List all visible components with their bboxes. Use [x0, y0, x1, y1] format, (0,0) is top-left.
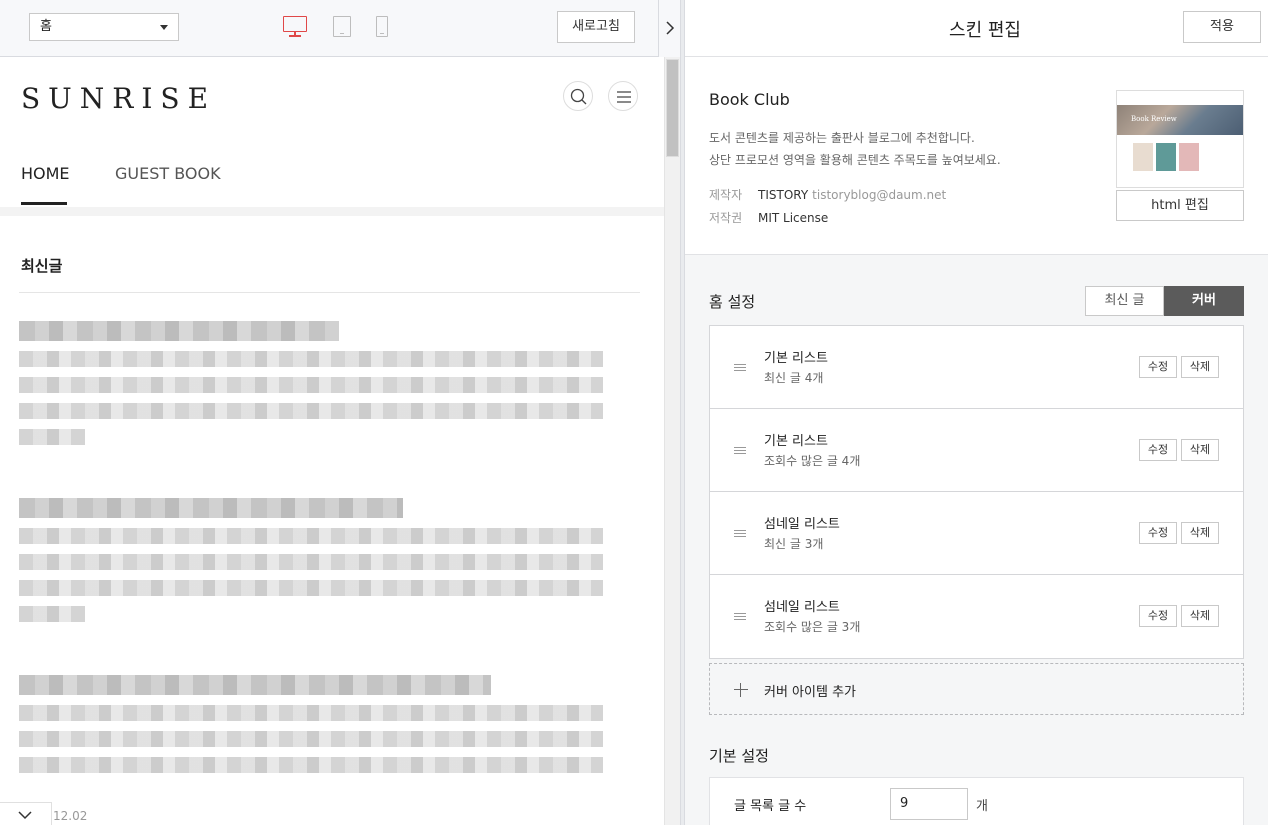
collapse-panel-button[interactable]	[658, 0, 680, 57]
post-date: 12.02	[53, 809, 88, 823]
skin-description-line: 상단 프로모션 영역을 활용해 콘텐츠 주목도를 높여보세요.	[709, 153, 1001, 167]
chevron-right-icon	[666, 21, 675, 35]
cover-item-subtitle: 조회수 많은 글 4개	[764, 454, 861, 468]
cover-item-title: 기본 리스트	[764, 434, 828, 449]
desktop-view-icon[interactable]	[283, 16, 307, 38]
author-row: 제작자 TISTORY tistoryblog@daum.net	[709, 186, 946, 203]
search-button[interactable]	[563, 81, 593, 111]
preview-scrollbar[interactable]	[664, 57, 680, 825]
nav-home[interactable]: HOME	[21, 164, 70, 183]
nav-guest-book[interactable]: GUEST BOOK	[115, 164, 221, 183]
page-select[interactable]: 홈	[29, 13, 179, 41]
edit-button[interactable]: 수정	[1139, 605, 1177, 627]
delete-button[interactable]: 삭제	[1181, 605, 1219, 627]
nav-active-indicator	[21, 202, 67, 205]
add-cover-item-label: 커버 아이템 추가	[764, 685, 856, 700]
scrollbar-thumb[interactable]	[666, 59, 679, 157]
skin-thumbnail: Book Review	[1116, 90, 1244, 188]
editor-pane: 스킨 편집 적용 Book Club 도서 콘텐츠를 제공하는 출판사 블로그에…	[685, 0, 1268, 825]
tablet-view-icon[interactable]	[333, 16, 351, 37]
chevron-down-icon	[160, 25, 168, 30]
basic-settings-box: 글 목록 글 수 9 개	[709, 777, 1244, 825]
thumbnail-hero-text: Book Review	[1131, 115, 1177, 123]
preview-pane: 홈 새로고침 SUNRISE HOME GUEST BOOK 최신글 12.02	[0, 0, 680, 825]
post-count-unit: 개	[976, 799, 988, 814]
license-value: MIT License	[758, 211, 829, 225]
author-name: TISTORY	[758, 188, 809, 202]
editor-title: 스킨 편집	[949, 20, 1021, 41]
cover-item[interactable]: 기본 리스트 조회수 많은 글 4개 수정 삭제	[710, 409, 1243, 492]
author-label: 제작자	[709, 188, 743, 202]
plus-icon	[734, 683, 748, 697]
cover-item-title: 섬네일 리스트	[764, 600, 840, 615]
skin-info-card: Book Club 도서 콘텐츠를 제공하는 출판사 블로그에 추천합니다. 상…	[685, 57, 1268, 255]
delete-button[interactable]: 삭제	[1181, 356, 1219, 378]
html-edit-button[interactable]: html 편집	[1116, 190, 1244, 221]
cover-item[interactable]: 섬네일 리스트 최신 글 3개 수정 삭제	[710, 492, 1243, 575]
edit-button[interactable]: 수정	[1139, 439, 1177, 461]
cover-item[interactable]: 기본 리스트 최신 글 4개 수정 삭제	[710, 326, 1243, 409]
mobile-view-icon[interactable]	[376, 16, 388, 37]
post-count-label: 글 목록 글 수	[734, 799, 807, 814]
editor-header: 스킨 편집 적용	[685, 0, 1268, 57]
delete-button[interactable]: 삭제	[1181, 439, 1219, 461]
hamburger-icon	[617, 91, 631, 103]
bottom-expand-button[interactable]	[0, 802, 52, 825]
preview-toolbar: 홈 새로고침	[0, 0, 680, 57]
page-select-value: 홈	[40, 19, 52, 34]
skin-name: Book Club	[709, 90, 790, 109]
edit-button[interactable]: 수정	[1139, 522, 1177, 544]
cover-item[interactable]: 섬네일 리스트 조회수 많은 글 3개 수정 삭제	[710, 575, 1243, 658]
drag-handle-icon[interactable]	[734, 447, 746, 455]
apply-button[interactable]: 적용	[1183, 11, 1261, 43]
menu-button[interactable]	[608, 81, 638, 111]
author-email: tistoryblog@daum.net	[812, 188, 947, 202]
thumbnail-card	[1179, 143, 1199, 171]
cover-item-list: 기본 리스트 최신 글 4개 수정 삭제 기본 리스트 조회수 많은 글 4개 …	[709, 325, 1244, 659]
chevron-down-icon	[18, 811, 32, 820]
cover-item-title: 기본 리스트	[764, 351, 828, 366]
cover-item-subtitle: 최신 글 3개	[764, 537, 824, 551]
license-label: 저작권	[709, 211, 743, 225]
tab-latest-posts[interactable]: 최신 글	[1085, 286, 1164, 316]
section-divider	[19, 292, 640, 293]
search-icon	[570, 88, 587, 105]
blog-preview: SUNRISE HOME GUEST BOOK 최신글	[0, 57, 664, 825]
license-row: 저작권 MIT License	[709, 209, 828, 226]
home-settings-label: 홈 설정	[709, 293, 756, 311]
edit-button[interactable]: 수정	[1139, 356, 1177, 378]
delete-button[interactable]: 삭제	[1181, 522, 1219, 544]
blurred-post[interactable]	[19, 321, 603, 455]
drag-handle-icon[interactable]	[734, 364, 746, 372]
blurred-post[interactable]	[19, 675, 603, 783]
cover-item-title: 섬네일 리스트	[764, 517, 840, 532]
post-count-input[interactable]: 9	[890, 788, 968, 820]
basic-settings-label: 기본 설정	[709, 747, 769, 765]
cover-item-subtitle: 조회수 많은 글 3개	[764, 620, 861, 634]
thumbnail-card	[1133, 143, 1153, 171]
blurred-post[interactable]	[19, 498, 603, 632]
tab-cover[interactable]: 커버	[1164, 286, 1244, 316]
blog-logo[interactable]: SUNRISE	[21, 82, 216, 115]
section-title: 최신글	[21, 257, 63, 275]
skin-editor-app: 홈 새로고침 SUNRISE HOME GUEST BOOK 최신글 12.02…	[0, 0, 1268, 825]
drag-handle-icon[interactable]	[734, 613, 746, 621]
skin-description-line: 도서 콘텐츠를 제공하는 출판사 블로그에 추천합니다.	[709, 131, 975, 145]
thumbnail-card	[1156, 143, 1176, 171]
cover-item-subtitle: 최신 글 4개	[764, 371, 824, 385]
drag-handle-icon[interactable]	[734, 530, 746, 538]
refresh-button[interactable]: 새로고침	[557, 11, 635, 43]
add-cover-item-button[interactable]: 커버 아이템 추가	[709, 663, 1244, 715]
nav-separator	[0, 207, 664, 216]
skin-description: 도서 콘텐츠를 제공하는 출판사 블로그에 추천합니다. 상단 프로모션 영역을…	[709, 127, 1001, 171]
